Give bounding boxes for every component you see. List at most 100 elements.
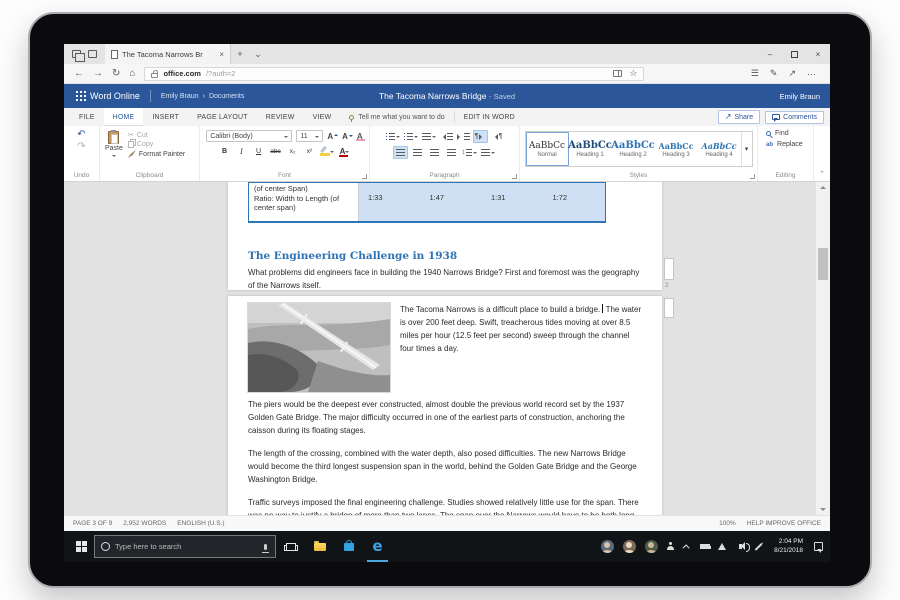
styles-more-icon[interactable]: ▾: [741, 132, 752, 166]
special-indent-button[interactable]: [480, 146, 496, 159]
word-count[interactable]: 2,952 WORDS: [123, 520, 166, 527]
forward-icon[interactable]: →: [93, 69, 103, 79]
action-center-button[interactable]: [810, 531, 827, 562]
home-icon[interactable]: ⌂: [129, 69, 135, 79]
section-heading[interactable]: The Engineering Challenge in 1938: [248, 250, 642, 262]
file-explorer-button[interactable]: [305, 531, 334, 562]
cut-button[interactable]: ✂Cut: [128, 132, 185, 139]
bullet-list-button[interactable]: [385, 130, 401, 143]
style-heading-1[interactable]: AaBbCcHeading 1: [569, 132, 612, 166]
back-icon[interactable]: ←: [74, 69, 84, 79]
share-icon[interactable]: ↗: [788, 68, 796, 79]
numbered-list-button[interactable]: [403, 130, 419, 143]
breadcrumb-folder[interactable]: Documents: [209, 93, 244, 100]
superscript-button[interactable]: x²: [303, 145, 316, 158]
find-button[interactable]: Find: [766, 130, 789, 137]
tell-me-box[interactable]: Tell me what you want to do: [340, 108, 453, 126]
table-cell[interactable]: 1:72: [544, 183, 606, 221]
start-button[interactable]: [68, 531, 94, 562]
scrollbar-thumb[interactable]: [818, 248, 828, 280]
scroll-up-icon[interactable]: [816, 182, 830, 192]
hub-icon[interactable]: ☰: [751, 68, 759, 79]
tab-view[interactable]: VIEW: [304, 108, 341, 126]
tab-home[interactable]: HOME: [104, 108, 144, 126]
reading-view-icon[interactable]: [613, 70, 622, 77]
copy-button[interactable]: Copy: [128, 141, 185, 148]
taskbar-search[interactable]: [94, 535, 276, 558]
microsoft-store-button[interactable]: [334, 531, 363, 562]
hidden-icons-button[interactable]: [679, 531, 696, 562]
volume-status[interactable]: [730, 531, 750, 562]
new-tab-button[interactable]: +: [231, 44, 249, 64]
document-scrollbar[interactable]: [815, 182, 830, 515]
paragraph-dialog-launcher-icon[interactable]: [512, 174, 517, 179]
redo-button[interactable]: ↷: [77, 142, 85, 152]
breadcrumb-user[interactable]: Emily Braun: [161, 93, 199, 100]
format-painter-button[interactable]: Format Painter: [128, 150, 185, 158]
styles-dialog-launcher-icon[interactable]: [750, 174, 755, 179]
align-right-button[interactable]: [427, 146, 442, 159]
table-label-cell[interactable]: (of center Span) Ratio: Width to Length …: [249, 183, 359, 221]
microphone-icon[interactable]: [264, 544, 267, 550]
table-cell[interactable]: 1:33: [359, 183, 421, 221]
scroll-down-icon[interactable]: [816, 505, 830, 515]
edit-in-word-button[interactable]: EDIT IN WORD: [455, 108, 524, 126]
justify-button[interactable]: [444, 146, 459, 159]
align-center-button[interactable]: [410, 146, 425, 159]
people-button[interactable]: [662, 531, 679, 562]
tabs-set-aside-icon[interactable]: [72, 50, 81, 58]
increase-indent-button[interactable]: [456, 130, 471, 143]
network-status[interactable]: [713, 531, 730, 562]
page-count[interactable]: PAGE 3 OF 9: [73, 520, 112, 527]
taskbar-clock[interactable]: 2:04 PM 8/21/2018: [767, 538, 810, 555]
web-note-icon[interactable]: ✎: [770, 68, 778, 79]
document-page-2[interactable]: (of center Span) Ratio: Width to Length …: [228, 182, 662, 290]
app-launcher-icon[interactable]: [76, 91, 78, 93]
tab-file[interactable]: FILE: [70, 108, 104, 126]
favorite-star-icon[interactable]: ☆: [629, 68, 637, 79]
bridge-photo[interactable]: [248, 303, 390, 392]
highlight-color-button[interactable]: [320, 145, 334, 158]
line-spacing-button[interactable]: ↕: [461, 146, 479, 159]
tab-list-dropdown-icon[interactable]: ⌄: [249, 44, 267, 64]
decrease-indent-button[interactable]: [439, 130, 454, 143]
margin-marker[interactable]: [664, 258, 674, 280]
font-color-button[interactable]: A: [338, 145, 351, 158]
tab-insert[interactable]: INSERT: [143, 108, 188, 126]
table-selected-row[interactable]: 1:33 1:47 1:31 1:72: [359, 183, 605, 221]
table-cell[interactable]: 1:31: [482, 183, 544, 221]
font-name-select[interactable]: Calibri (Body): [206, 130, 292, 142]
comments-button[interactable]: Comments: [765, 111, 824, 124]
close-button[interactable]: ×: [806, 44, 830, 64]
align-left-button[interactable]: [393, 146, 408, 159]
tab-preview-icon[interactable]: [88, 50, 97, 58]
multilevel-list-button[interactable]: [421, 130, 437, 143]
document-title[interactable]: The Tacoma Narrows Bridge: [379, 91, 487, 101]
paragraph-traffic[interactable]: Traffic surveys imposed the final engine…: [248, 496, 645, 515]
paste-button[interactable]: Paste: [105, 130, 123, 159]
search-input[interactable]: [115, 542, 259, 551]
paragraph-intro[interactable]: What problems did engineers face in buil…: [248, 266, 645, 290]
people-contact-1[interactable]: [596, 531, 618, 562]
more-options-icon[interactable]: ···: [807, 69, 816, 79]
browser-tab[interactable]: The Tacoma Narrows Br ×: [105, 44, 231, 64]
people-contact-2[interactable]: [618, 531, 640, 562]
document-table[interactable]: (of center Span) Ratio: Width to Length …: [248, 182, 606, 223]
zoom-level[interactable]: 100%: [719, 520, 736, 527]
subscript-button[interactable]: x₂: [286, 145, 299, 158]
margin-marker[interactable]: [664, 298, 674, 318]
share-button[interactable]: ↗ Share: [718, 110, 760, 124]
maximize-button[interactable]: [782, 44, 806, 64]
task-view-button[interactable]: [276, 531, 305, 562]
underline-button[interactable]: U: [252, 145, 265, 158]
grow-font-button[interactable]: A: [327, 132, 338, 141]
font-size-select[interactable]: 11: [296, 130, 323, 142]
undo-button[interactable]: ↶: [77, 130, 85, 140]
paragraph-length[interactable]: The length of the crossing, combined wit…: [248, 447, 645, 486]
edge-browser-button[interactable]: e: [363, 531, 392, 562]
style-heading-2[interactable]: AaBbCcHeading 2: [612, 132, 655, 166]
account-name[interactable]: Emily Braun: [780, 92, 820, 101]
font-dialog-launcher-icon[interactable]: [362, 174, 367, 179]
tab-review[interactable]: REVIEW: [257, 108, 304, 126]
minimize-button[interactable]: –: [758, 44, 782, 64]
